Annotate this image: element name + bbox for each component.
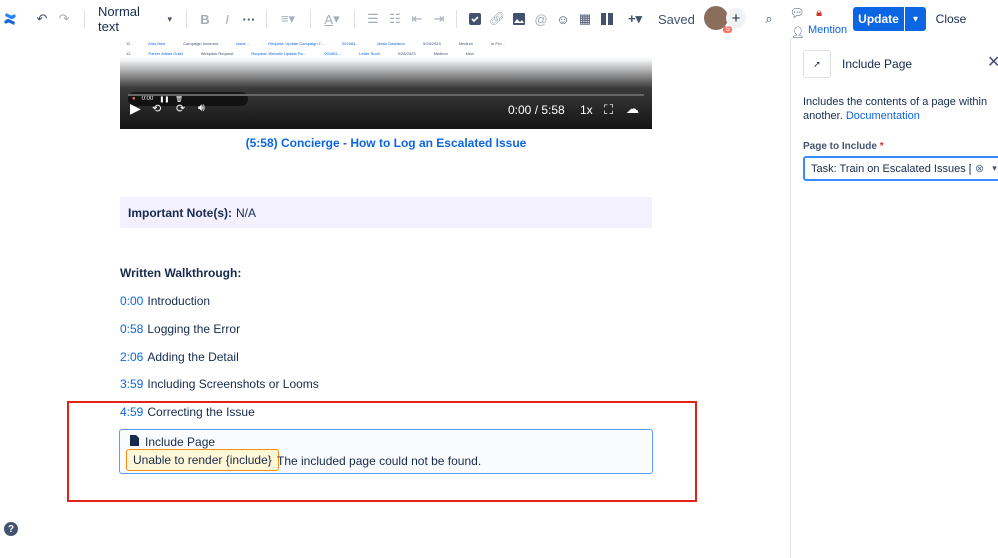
include-page-icon: ➚ [803, 50, 831, 78]
avatar-badge: S [723, 26, 732, 33]
link-icon[interactable]: 🔗︎ [489, 9, 506, 29]
mention-link[interactable]: Mention [808, 20, 848, 40]
chevron-down-icon[interactable]: ▾ [992, 163, 997, 174]
macro-config-panel: ➚ Include Page ✕ Includes the contents o… [790, 38, 998, 558]
table-row: 11 Aldo New Campaign Incorrect Issue ...… [120, 38, 652, 48]
fullscreen-icon[interactable]: ⛶ [604, 102, 613, 118]
close-button[interactable]: Close [932, 7, 970, 31]
list-item: 0:00 Introduction [120, 294, 211, 308]
outdent-icon[interactable]: ⇤ [410, 9, 424, 29]
panel-description: Includes the contents of a page within a… [803, 96, 988, 122]
chevron-down-icon: ▾ [167, 13, 172, 24]
update-options-button[interactable]: ▾ [905, 7, 926, 31]
divider [456, 10, 457, 28]
video-title[interactable]: (5:58) Concierge - How to Log an Escalat… [120, 136, 652, 150]
speed-button[interactable]: 1x [580, 103, 593, 117]
forward-10-icon[interactable]: ⟳ [176, 102, 185, 115]
divider [266, 10, 267, 28]
list-item: 3:59 Including Screenshots or Looms [120, 377, 319, 391]
text-style-label: Normal text [98, 4, 140, 34]
timestamp-link[interactable]: 0:58 [120, 322, 143, 336]
list-item: 0:58 Logging the Error [120, 322, 241, 336]
volume-icon[interactable]: 🔊︎ [198, 102, 205, 115]
more-formatting-icon[interactable]: ··· [242, 9, 256, 29]
layout-icon[interactable] [600, 9, 614, 29]
action-item-icon[interactable] [468, 9, 482, 29]
timestamp-link[interactable]: 2:06 [120, 350, 143, 364]
divider [310, 10, 311, 28]
timestamp-link[interactable]: 3:59 [120, 377, 143, 391]
align-icon[interactable]: ≡▾ [276, 9, 300, 29]
note-value: N/A [236, 205, 257, 220]
text-color-icon[interactable]: A ▾ [320, 9, 344, 29]
confluence-logo-icon[interactable] [2, 9, 18, 29]
page-icon [130, 435, 139, 449]
divider [354, 10, 355, 28]
note-label: Important Note(s): [128, 205, 232, 220]
numbered-list-icon[interactable]: ☷ [388, 9, 402, 29]
redo-icon[interactable]: ↷ [56, 9, 72, 29]
saved-status: Saved [658, 11, 695, 27]
indent-icon[interactable]: ⇥ [432, 9, 446, 29]
field-label: Page to Include * [803, 141, 884, 152]
bullet-list-icon[interactable]: ☰ [366, 9, 380, 29]
image-icon[interactable] [512, 9, 526, 29]
invite-plus-icon[interactable]: + [726, 8, 746, 28]
update-button[interactable]: Update [853, 7, 904, 31]
help-icon[interactable]: ? [4, 522, 18, 536]
divider [186, 10, 187, 28]
video-player[interactable]: 11 Aldo New Campaign Incorrect Issue ...… [120, 38, 652, 129]
list-item: 2:06 Adding the Detail [120, 350, 239, 364]
close-icon[interactable]: ✕ [987, 52, 998, 72]
play-icon[interactable]: ▶ [130, 100, 141, 117]
italic-icon[interactable]: I [220, 9, 234, 29]
include-page-macro[interactable]: Include Page Unable to render {include} … [119, 429, 653, 474]
mention-icon[interactable]: @ [534, 9, 548, 29]
avatar[interactable]: S [704, 6, 732, 33]
panel-title: Include Page [842, 57, 913, 71]
required-marker: * [879, 141, 884, 152]
table-icon[interactable]: ▦ [578, 9, 592, 29]
editor-toolbar: ↶ ↷ Normal text ▾ B I ··· ≡▾ A ▾ ☰ ☷ ⇤ ⇥ … [0, 0, 790, 38]
error-badge: Unable to render {include} [126, 449, 279, 471]
error-message: The included page could not be found. [277, 454, 482, 468]
progress-bar[interactable] [128, 94, 644, 96]
macro-title: Include Page [130, 435, 215, 449]
documentation-link[interactable]: Documentation [846, 110, 920, 122]
search-icon[interactable]: ⌕ [762, 9, 776, 29]
note-panel: Important Note(s): N/A [120, 197, 652, 228]
timestamp-link[interactable]: 0:00 [120, 294, 143, 308]
rewind-10-icon[interactable]: ⟲ [152, 102, 161, 115]
walkthrough-heading: Written Walkthrough: [120, 266, 242, 280]
macro-title-label: Include Page [145, 435, 216, 449]
page-select[interactable]: Task: Train on Escalated Issues [2 ⊗ ▾ [803, 156, 998, 181]
table-row: 12 Parker Artists Guild Webpack Request … [120, 48, 652, 58]
bold-icon[interactable]: B [198, 9, 212, 29]
video-time: 0:00 / 5:58 [508, 103, 565, 117]
undo-icon[interactable]: ↶ [34, 9, 50, 29]
divider [84, 10, 85, 28]
chevron-down-icon: ▾ [912, 13, 919, 25]
text-style-dropdown[interactable]: Normal text ▾ [98, 4, 172, 34]
clear-icon[interactable]: ⊗ [975, 162, 984, 175]
emoji-icon[interactable]: ☺ [556, 9, 570, 29]
comment-icon[interactable]: 💬︎ [789, 3, 804, 23]
page-select-value: Task: Train on Escalated Issues [2 [811, 162, 971, 175]
download-icon[interactable]: ☁︎ [626, 101, 639, 117]
insert-plus-icon[interactable]: +▾ [624, 9, 646, 29]
